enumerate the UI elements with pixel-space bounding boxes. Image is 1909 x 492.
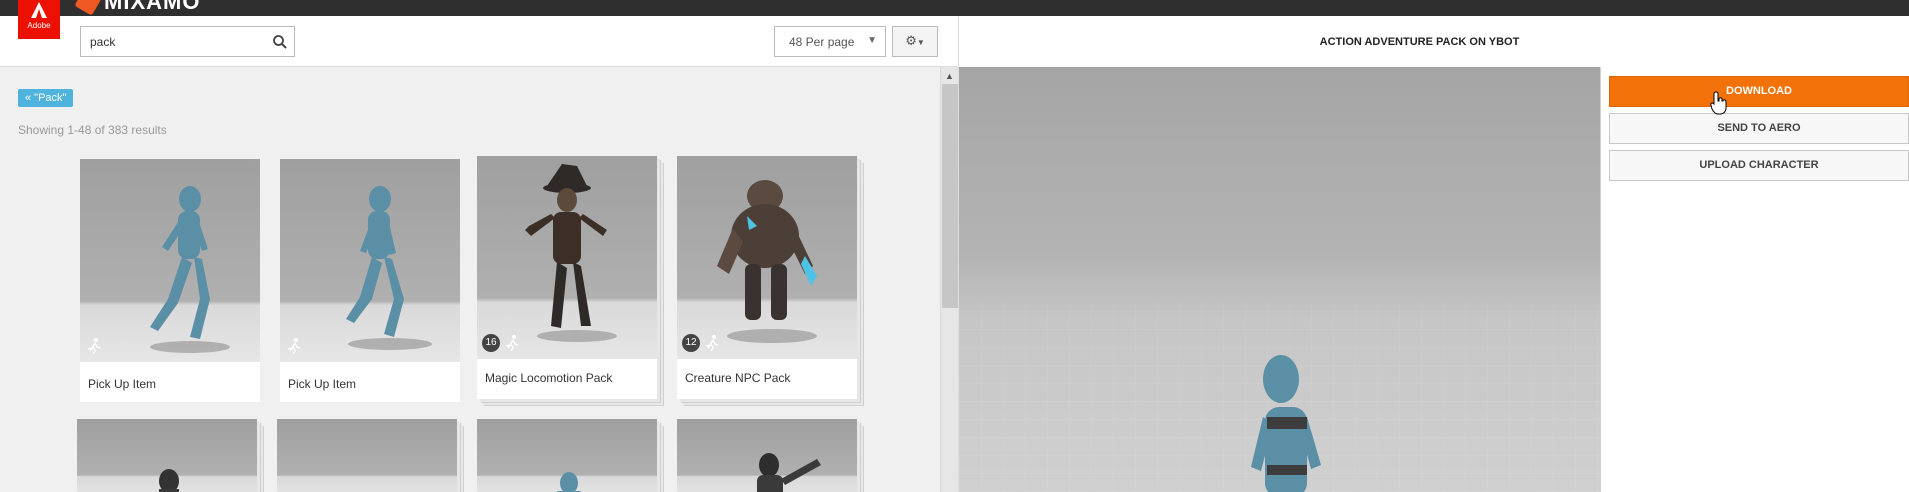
card-thumbnail (277, 419, 457, 492)
settings-button[interactable]: ⚙▼ (892, 26, 938, 57)
animation-card[interactable]: Pick Up Item (280, 159, 460, 402)
card-thumbnail (477, 419, 657, 492)
action-sidebar: DOWNLOAD SEND TO AERO UPLOAD CHARACTER (1600, 67, 1909, 492)
gear-icon: ⚙ (905, 33, 917, 48)
card-label: Creature NPC Pack (685, 371, 791, 385)
library-toolbar: 48 Per page ▼ ⚙▼ (0, 16, 958, 67)
filter-tag[interactable]: « "Pack" (18, 89, 74, 107)
animation-card[interactable]: Pick Up Item (80, 159, 260, 402)
mixamo-brand[interactable]: MIXAMO (74, 0, 201, 16)
download-button[interactable]: DOWNLOAD (1609, 76, 1909, 107)
card-thumbnail (80, 159, 260, 362)
adobe-logo[interactable]: Adobe (18, 0, 60, 39)
top-bar (0, 0, 1909, 16)
search-box (80, 26, 295, 57)
running-figure-icon (505, 335, 519, 352)
card-label: Magic Locomotion Pack (485, 371, 613, 385)
search-input[interactable] (81, 27, 261, 56)
card-thumbnail (677, 156, 857, 359)
preview-header: ACTION ADVENTURE PACK ON YBOT (959, 16, 1909, 67)
running-figure-icon (87, 338, 101, 355)
hand-cursor-icon (1710, 91, 1727, 115)
card-thumbnail (280, 159, 460, 362)
card-thumbnail (477, 156, 657, 359)
pack-card[interactable]: 12 Creature NPC Pack (677, 156, 857, 399)
3d-viewport[interactable] (959, 67, 1600, 492)
card-badges: 16 (482, 334, 521, 352)
card-thumbnail (77, 419, 257, 492)
card-badges (85, 337, 103, 355)
card-label: Pick Up Item (88, 377, 157, 391)
pack-card[interactable]: 16 Magic Locomotion Pack (477, 156, 657, 399)
animation-card[interactable] (477, 419, 657, 492)
upload-character-button[interactable]: UPLOAD CHARACTER (1609, 150, 1909, 181)
adobe-logo-label: Adobe (27, 21, 51, 30)
preview-title: ACTION ADVENTURE PACK ON YBOT (1319, 36, 1520, 48)
library-panel: 48 Per page ▼ ⚙▼ « "Pack" Showing 1-48 o… (0, 16, 958, 492)
chevron-down-icon: ▼ (867, 35, 877, 46)
animation-card[interactable] (277, 419, 457, 492)
card-thumbnail (677, 419, 857, 492)
card-badges (285, 337, 303, 355)
results-scrollbar[interactable]: ▲ (940, 67, 958, 492)
animation-count-badge: 12 (682, 334, 700, 352)
preview-panel: ACTION ADVENTURE PACK ON YBOT DOWNLOAD S… (958, 16, 1909, 492)
ybot-character (1251, 355, 1321, 492)
send-to-aero-button[interactable]: SEND TO AERO (1609, 113, 1909, 144)
per-page-select[interactable]: 48 Per page ▼ (774, 26, 886, 57)
animation-card[interactable] (677, 419, 857, 492)
card-badges: 12 (682, 334, 721, 352)
running-figure-icon (287, 338, 301, 355)
scrollbar-thumb[interactable] (942, 84, 958, 308)
brand-name: MIXAMO (104, 0, 201, 14)
card-label: Pick Up Item (288, 377, 357, 391)
scroll-up-icon[interactable]: ▲ (945, 71, 954, 81)
per-page-value: 48 Per page (789, 35, 855, 49)
search-icon[interactable] (272, 34, 288, 50)
caret-down-icon: ▼ (916, 38, 925, 47)
results-count: Showing 1-48 of 383 results (18, 123, 167, 137)
running-figure-icon (705, 335, 719, 352)
animation-count-badge: 16 (482, 334, 500, 352)
animation-card[interactable] (77, 419, 257, 492)
adobe-icon (31, 2, 47, 18)
